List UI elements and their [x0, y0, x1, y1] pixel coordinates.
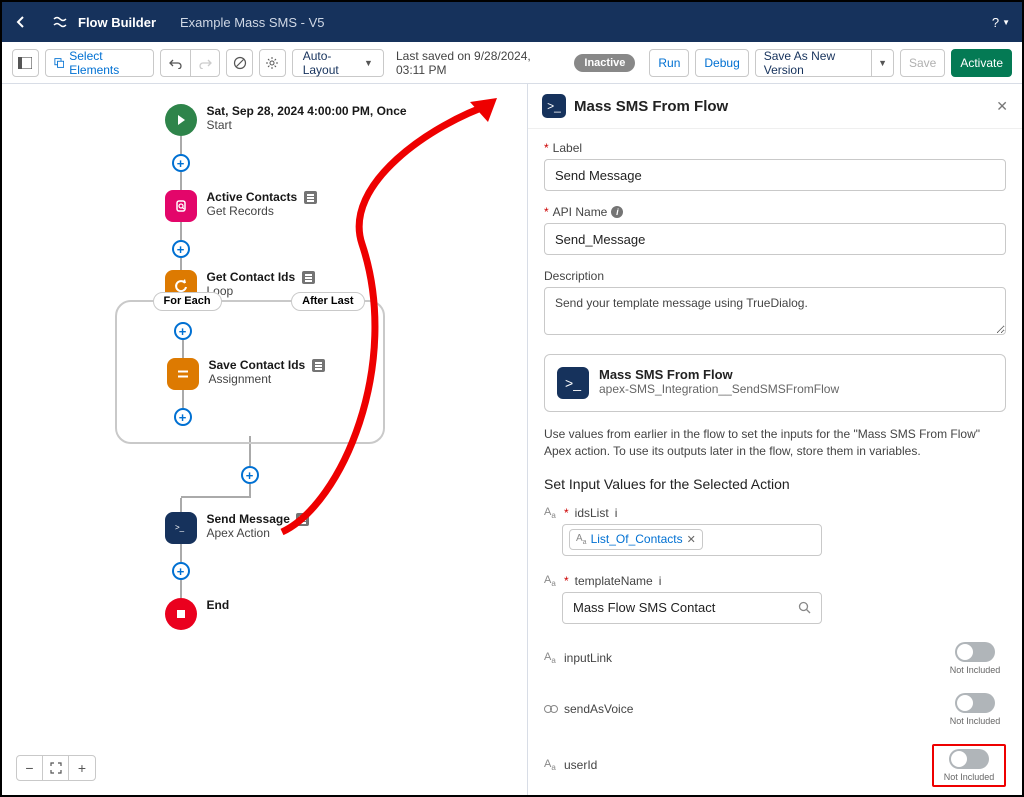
flow-node-end[interactable]: End [165, 598, 475, 630]
redo-button[interactable] [190, 49, 220, 77]
run-button[interactable]: Run [649, 49, 689, 77]
settings-button[interactable] [259, 49, 286, 77]
note-icon [312, 359, 325, 372]
remove-pill-icon[interactable]: ✕ [687, 533, 696, 546]
help-text: Use values from earlier in the flow to s… [544, 426, 1006, 460]
action-title: Mass SMS From Flow [599, 367, 839, 382]
back-button[interactable] [14, 15, 38, 29]
templatename-label: templateName [575, 574, 653, 588]
flow-node-save-contact-ids[interactable]: Save Contact Ids Assignment [167, 358, 383, 390]
note-icon [302, 271, 315, 284]
apex-action-icon: >_ [165, 512, 197, 544]
assignment-icon [167, 358, 199, 390]
zoom-fit-button[interactable] [43, 756, 69, 780]
add-node-button[interactable]: + [174, 408, 192, 426]
auto-layout-dropdown[interactable]: Auto-Layout ▼ [292, 49, 384, 77]
flow-name[interactable]: Example Mass SMS - V5 [180, 15, 325, 30]
inputlink-row: Aa inputLink Not Included [544, 642, 1006, 675]
flow-canvas[interactable]: Sat, Sep 28, 2024 4:00:00 PM, OnceStart … [2, 84, 527, 795]
sendasvoice-row: sendAsVoice Not Included [544, 693, 1006, 726]
properties-panel: >_ Mass SMS From Flow ✕ *Label *API Name… [527, 84, 1022, 795]
api-name-field-label: API Name [553, 205, 608, 219]
idslist-input[interactable]: AaList_Of_Contacts ✕ [562, 524, 822, 556]
userid-row: Aa userId Not Included [544, 744, 1006, 787]
save-button: Save [900, 49, 945, 77]
end-icon [165, 598, 197, 630]
action-ref-card: >_ Mass SMS From Flow apex-SMS_Integrati… [544, 354, 1006, 412]
action-api-name: apex-SMS_Integration__SendSMSFromFlow [599, 382, 839, 396]
text-type-icon: Aa [544, 651, 558, 665]
text-type-icon: Aa [544, 574, 558, 588]
resource-pill[interactable]: AaList_Of_Contacts ✕ [569, 529, 703, 550]
flow-node-start[interactable]: Sat, Sep 28, 2024 4:00:00 PM, OnceStart [165, 104, 475, 136]
select-elements-button[interactable]: Select Elements [45, 49, 155, 77]
userid-label: userId [564, 758, 597, 772]
save-as-dropdown[interactable]: ▼ [871, 49, 894, 77]
for-each-label: For Each [153, 292, 222, 311]
zoom-in-button[interactable]: + [69, 756, 95, 780]
sendasvoice-label: sendAsVoice [564, 702, 633, 716]
close-icon[interactable]: ✕ [996, 98, 1008, 115]
inputlink-toggle[interactable] [955, 642, 995, 662]
toggle-panel-button[interactable] [12, 49, 39, 77]
sendasvoice-toggle[interactable] [955, 693, 995, 713]
info-icon[interactable]: i [611, 206, 623, 218]
zoom-out-button[interactable]: − [17, 756, 43, 780]
userid-toggle[interactable] [949, 749, 989, 769]
after-last-label: After Last [291, 292, 364, 311]
text-type-icon: Aa [544, 758, 558, 772]
svg-text:>_: >_ [175, 523, 185, 532]
section-heading: Set Input Values for the Selected Action [544, 476, 1006, 492]
no-entry-button[interactable] [226, 49, 253, 77]
inputlink-label: inputLink [564, 651, 612, 665]
apex-action-icon: >_ [557, 367, 589, 399]
activate-button[interactable]: Activate [951, 49, 1012, 77]
idslist-label: idsList [575, 506, 609, 520]
label-field-label: Label [553, 141, 582, 155]
status-badge: Inactive [574, 54, 635, 72]
toggle-caption: Not Included [944, 716, 1006, 726]
flow-node-active-contacts[interactable]: Active Contacts Get Records [165, 190, 475, 222]
boolean-type-icon [544, 704, 558, 714]
apex-action-icon: >_ [542, 94, 566, 118]
add-node-button[interactable]: + [172, 240, 190, 258]
toggle-caption: Not Included [944, 665, 1006, 675]
toolbar: Select Elements Auto-Layout ▼ Last saved… [2, 42, 1022, 84]
note-icon [296, 513, 309, 526]
label-input[interactable] [544, 159, 1006, 191]
save-as-button[interactable]: Save As New Version [755, 49, 871, 77]
toggle-caption: Not Included [938, 772, 1000, 782]
note-icon [304, 191, 317, 204]
description-field-label: Description [544, 269, 604, 283]
api-name-input[interactable] [544, 223, 1006, 255]
add-node-button[interactable]: + [172, 154, 190, 172]
add-node-button[interactable]: + [174, 322, 192, 340]
annotation-highlight: Not Included [932, 744, 1006, 787]
zoom-controls: − + [16, 755, 96, 781]
debug-button[interactable]: Debug [695, 49, 748, 77]
flow-logo-icon [52, 14, 68, 30]
get-records-icon [165, 190, 197, 222]
last-saved-text: Last saved on 9/28/2024, 03:11 PM [396, 49, 562, 77]
play-icon [165, 104, 197, 136]
description-input[interactable] [544, 287, 1006, 335]
flow-node-send-message[interactable]: >_ Send Message Apex Action [165, 512, 475, 544]
text-type-icon: Aa [544, 506, 558, 520]
add-node-button[interactable]: + [241, 466, 259, 484]
add-node-button[interactable]: + [172, 562, 190, 580]
templatename-input[interactable] [562, 592, 822, 624]
app-header: Flow Builder Example Mass SMS - V5 ?▼ [2, 2, 1022, 42]
undo-button[interactable] [160, 49, 190, 77]
info-icon[interactable]: i [659, 574, 662, 588]
search-icon [798, 601, 811, 614]
panel-title: Mass SMS From Flow [574, 98, 996, 115]
help-menu[interactable]: ?▼ [992, 15, 1010, 30]
builder-title: Flow Builder [78, 15, 156, 30]
info-icon[interactable]: i [615, 506, 618, 520]
loop-container: For Each After Last + Save Contact Ids A… [115, 300, 385, 444]
